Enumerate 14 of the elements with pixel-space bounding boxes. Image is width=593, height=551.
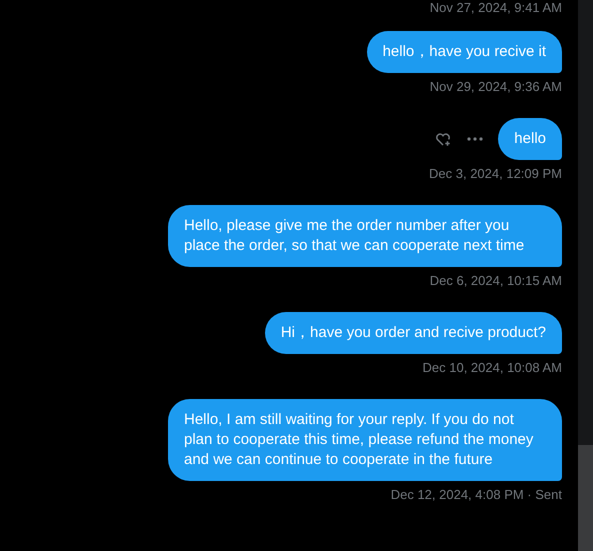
message-bubble: Hi，have you order and recive product?	[264, 312, 562, 354]
message-bubble: hello，have you recive it	[366, 31, 562, 73]
message-bubble: hello	[498, 118, 562, 160]
more-icon[interactable]	[466, 136, 484, 142]
message-timestamp: Dec 10, 2024, 10:08 AM	[422, 360, 562, 375]
message-timestamp: Nov 29, 2024, 9:36 AM	[430, 79, 562, 94]
message-timestamp: Dec 6, 2024, 10:15 AM	[430, 273, 562, 288]
scrollbar[interactable]	[578, 0, 593, 551]
message-timestamp: Nov 27, 2024, 9:41 AM	[430, 0, 562, 15]
message-timestamp: Dec 3, 2024, 12:09 PM	[429, 166, 562, 181]
message-bubble: Hello, I am still waiting for your reply. If you do not plan to cooperate this time, please refund the money and we can continue to cooperate in the future	[168, 399, 562, 481]
message-timestamp: Dec 12, 2024, 4:08 PM · Sent	[390, 487, 562, 502]
scrollbar-thumb[interactable]	[578, 445, 593, 551]
message-bubble: Hello, please give me the order number after you place the order, so that we can cooperate next time	[168, 205, 562, 267]
